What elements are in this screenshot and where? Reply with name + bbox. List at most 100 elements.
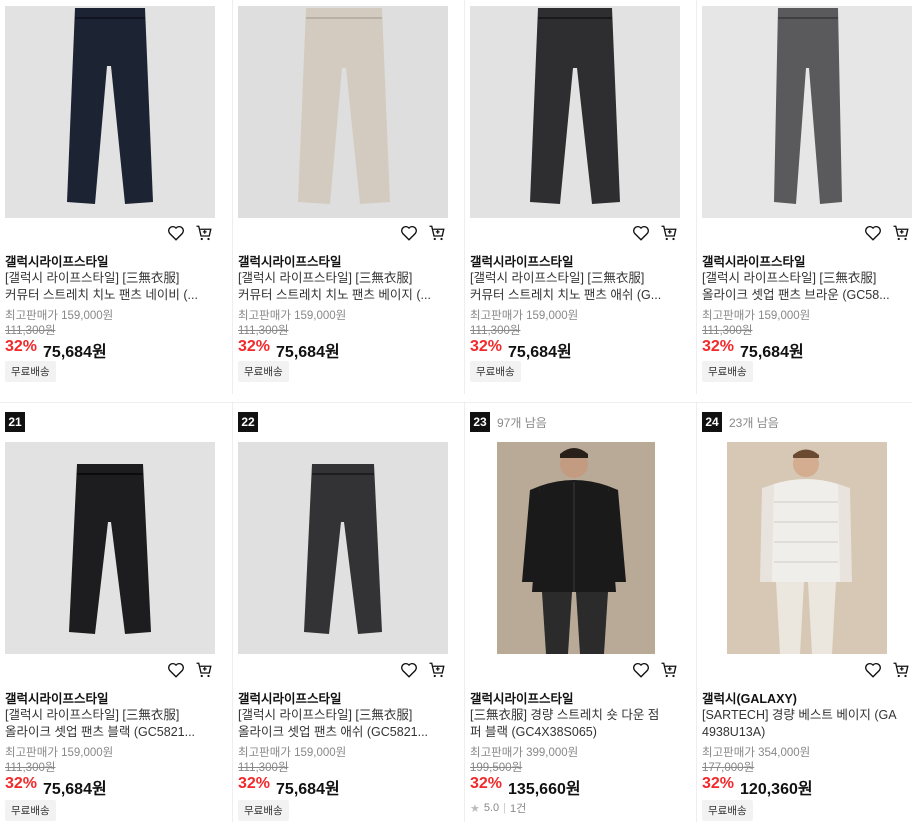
product-name[interactable]: [三無衣服] 경량 스트레치 숏 다운 점 퍼 블랙 (GC4X38S065) [470,707,675,741]
discount-rate: 32% [238,338,271,355]
divider: | [503,802,507,814]
heart-icon[interactable] [400,661,418,679]
sale-price: 75,684원 [508,344,572,361]
original-price: 111,300원 [238,762,289,774]
product-image[interactable] [702,6,912,218]
cart-icon[interactable] [892,661,910,679]
brand-name: 갤럭시라이프스타일 [5,255,109,269]
heart-icon[interactable] [167,224,185,242]
heart-icon[interactable] [632,224,650,242]
product-image[interactable] [470,442,680,654]
heart-icon[interactable] [864,224,882,242]
brand-name: 갤럭시(GALAXY) [702,692,797,706]
heart-icon[interactable] [167,661,185,679]
product-image[interactable] [5,6,215,218]
rank-badge: 24 [702,412,722,432]
original-price: 111,300원 [5,762,56,774]
rank-line: 24 23개 남음 [702,412,779,432]
original-price: 111,300원 [5,325,56,337]
product-name[interactable]: [SARTECH] 경량 베스트 베이지 (GA 4938U13A) [702,707,907,741]
pants-image [238,6,448,218]
model-image [470,442,680,654]
max-price: 최고판매가 159,000원 [5,310,114,322]
cart-icon[interactable] [195,224,213,242]
product-image[interactable] [5,442,215,654]
product-card[interactable]: 23 97개 남음 갤럭시라이프스타일 [三無衣服] 경량 스트레치 숏 다운 … [464,402,696,822]
rank-badge: 21 [5,412,25,432]
brand-name: 갤럭시라이프스타일 [238,692,342,706]
sale-price: 75,684원 [276,781,340,798]
product-card[interactable]: 갤럭시라이프스타일 [갤럭시 라이프스타일] [三無衣服] 커뮤터 스트레치 치… [464,0,696,394]
product-image[interactable] [238,442,448,654]
heart-icon[interactable] [632,661,650,679]
cart-icon[interactable] [428,224,446,242]
pants-image [470,6,680,218]
sale-price: 75,684원 [276,344,340,361]
cart-icon[interactable] [660,661,678,679]
product-card[interactable]: 22 갤럭시라이프스타일 [갤럭시 라이프스타일] [三無衣服] 올라이크 셋업… [232,402,464,822]
max-price: 최고판매가 159,000원 [238,310,347,322]
rank-line: 21 [5,412,25,432]
product-image[interactable] [702,442,912,654]
product-name[interactable]: [갤럭시 라이프스타일] [三無衣服] 커뮤터 스트레치 치노 팬츠 네이비 (… [5,270,210,304]
original-price: 177,000원 [702,762,755,774]
free-shipping-badge: 무료배송 [702,800,753,821]
sale-price: 75,684원 [43,344,107,361]
heart-icon[interactable] [864,661,882,679]
star-icon: ★ [470,802,480,815]
brand-name: 갤럭시라이프스타일 [470,692,574,706]
product-card[interactable]: 갤럭시라이프스타일 [갤럭시 라이프스타일] [三無衣服] 올라이크 셋업 팬츠… [696,0,912,394]
cart-icon[interactable] [195,661,213,679]
discount-rate: 32% [5,775,38,792]
cart-icon[interactable] [428,661,446,679]
discount-rate: 32% [470,775,503,792]
free-shipping-badge: 무료배송 [470,361,521,382]
sale-price: 75,684원 [740,344,804,361]
max-price: 최고판매가 159,000원 [470,310,579,322]
product-card[interactable]: 21 갤럭시라이프스타일 [갤럭시 라이프스타일] [三無衣服] 올라이크 셋업… [0,402,232,822]
rank-badge: 22 [238,412,258,432]
discount-rate: 32% [702,338,735,355]
rating-score: 5.0 [483,802,500,814]
discount-rate: 32% [470,338,503,355]
original-price: 111,300원 [238,325,289,337]
max-price: 최고판매가 354,000원 [702,747,811,759]
stock-remaining: 23개 남음 [729,415,779,430]
max-price: 최고판매가 399,000원 [470,747,579,759]
sale-price: 120,360원 [740,781,813,798]
rank-badge: 23 [470,412,490,432]
product-name[interactable]: [갤럭시 라이프스타일] [三無衣服] 올라이크 셋업 팬츠 브라운 (GC58… [702,270,907,304]
product-card[interactable]: 갤럭시라이프스타일 [갤럭시 라이프스타일] [三無衣服] 커뮤터 스트레치 치… [232,0,464,394]
max-price: 최고판매가 159,000원 [5,747,114,759]
cart-icon[interactable] [660,224,678,242]
free-shipping-badge: 무료배송 [5,800,56,821]
sale-price: 75,684원 [43,781,107,798]
product-name[interactable]: [갤럭시 라이프스타일] [三無衣服] 커뮤터 스트레치 치노 팬츠 베이지 (… [238,270,443,304]
product-image[interactable] [238,6,448,218]
product-grid: 갤럭시라이프스타일 [갤럭시 라이프스타일] [三無衣服] 커뮤터 스트레치 치… [0,0,912,822]
original-price: 199,500원 [470,762,523,774]
model-image [702,442,912,654]
free-shipping-badge: 무료배송 [702,361,753,382]
pants-image [238,442,448,654]
stock-remaining: 97개 남음 [497,415,547,430]
heart-icon[interactable] [400,224,418,242]
product-name[interactable]: [갤럭시 라이프스타일] [三無衣服] 올라이크 셋업 팬츠 애쉬 (GC582… [238,707,443,741]
product-card[interactable]: 24 23개 남음 갤럭시(GALAXY) [SARTECH] 경량 베스트 베… [696,402,912,822]
pants-image [702,6,912,218]
original-price: 111,300원 [702,325,753,337]
product-image[interactable] [470,6,680,218]
brand-name: 갤럭시라이프스타일 [470,255,574,269]
free-shipping-badge: 무료배송 [238,361,289,382]
rank-line: 22 [238,412,258,432]
product-card[interactable]: 갤럭시라이프스타일 [갤럭시 라이프스타일] [三無衣服] 커뮤터 스트레치 치… [0,0,232,394]
free-shipping-badge: 무료배송 [238,800,289,821]
sale-price: 135,660원 [508,781,581,798]
product-name[interactable]: [갤럭시 라이프스타일] [三無衣服] 커뮤터 스트레치 치노 팬츠 애쉬 (G… [470,270,675,304]
brand-name: 갤럭시라이프스타일 [702,255,806,269]
free-shipping-badge: 무료배송 [5,361,56,382]
original-price: 111,300원 [470,325,521,337]
product-name[interactable]: [갤럭시 라이프스타일] [三無衣服] 올라이크 셋업 팬츠 블랙 (GC582… [5,707,210,741]
cart-icon[interactable] [892,224,910,242]
discount-rate: 32% [238,775,271,792]
